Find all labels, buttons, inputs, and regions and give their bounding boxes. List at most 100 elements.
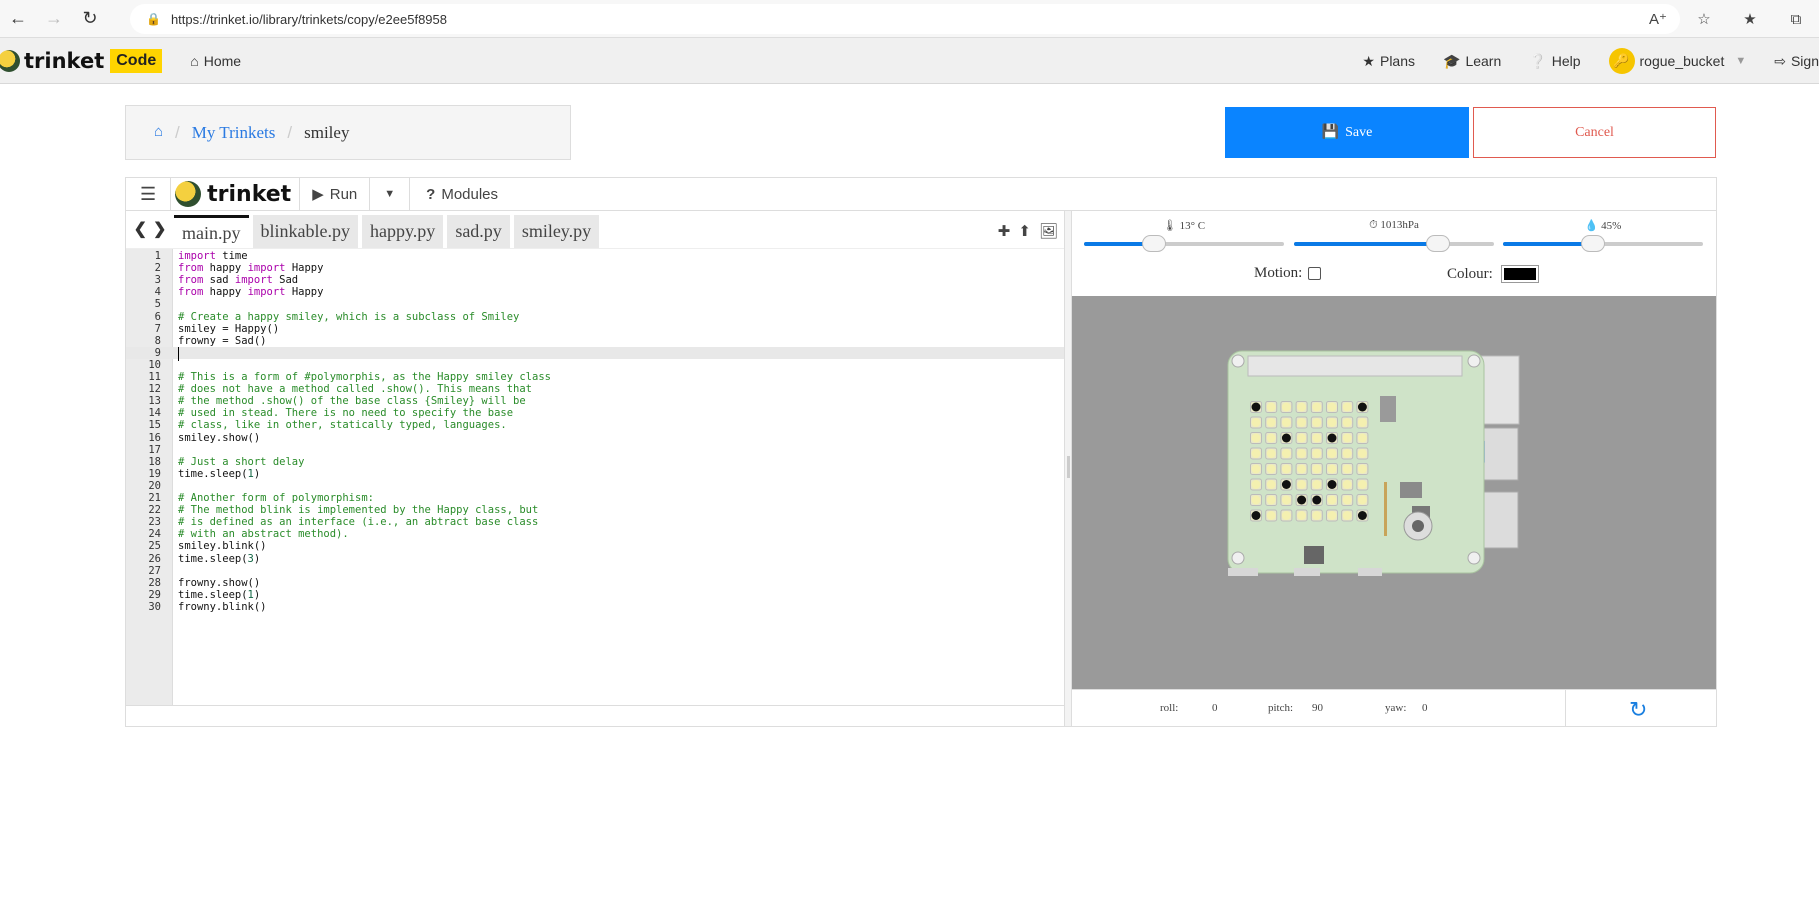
reset-orientation-icon[interactable]: ↻ — [1629, 697, 1647, 723]
code-line[interactable]: 26 time.sleep(3) — [126, 553, 1064, 565]
learn-link[interactable]: 🎓 Learn — [1443, 53, 1501, 70]
led-on — [1281, 402, 1291, 412]
favorites-icon[interactable]: ★ — [1727, 10, 1773, 28]
code-text: # with an abstract method). — [178, 528, 349, 541]
site-logo[interactable]: trinket Code — [0, 38, 163, 84]
pressure-slider[interactable]: ⏱ 1013hPa — [1294, 211, 1494, 256]
code-line[interactable]: 30 frowny.blink() — [126, 601, 1064, 613]
code-line[interactable]: 23 # is defined as an interface (i.e., an… — [126, 516, 1064, 528]
code-line[interactable]: 21 # Another form of polymorphism: — [126, 492, 1064, 504]
code-line[interactable]: 13 # the method .show() of the base class… — [126, 395, 1064, 407]
line-number: 1 — [154, 250, 161, 262]
pane-splitter[interactable] — [1064, 211, 1072, 726]
lock-icon[interactable]: 🔒 — [146, 12, 161, 26]
led-off — [1251, 511, 1261, 520]
led-off — [1281, 433, 1291, 443]
forward-arrow-icon[interactable]: → — [36, 1, 72, 37]
plans-link[interactable]: ★ Plans — [1362, 53, 1415, 70]
breadcrumb-my-trinkets[interactable]: My Trinkets — [192, 123, 276, 143]
sense-hat-stage[interactable] — [1072, 296, 1716, 689]
led-on — [1342, 511, 1352, 520]
code-line[interactable]: 4 from happy import Happy — [126, 286, 1064, 298]
code-line[interactable]: 18 # Just a short delay — [126, 456, 1064, 468]
address-bar[interactable]: 🔒 https://trinket.io/library/trinkets/co… — [130, 4, 1680, 34]
led-off — [1297, 495, 1307, 505]
code-line[interactable]: 14 # used in stead. There is no need to s… — [126, 407, 1064, 419]
logo-text: trinket — [24, 48, 105, 73]
colour-picker[interactable]: Colour: — [1447, 265, 1539, 283]
menu-button[interactable]: ☰ — [126, 177, 172, 211]
code-line[interactable]: 5 — [126, 298, 1064, 310]
run-button[interactable]: ▶ Run — [300, 177, 371, 211]
code-line[interactable]: 20 — [126, 480, 1064, 492]
add-file-icon[interactable]: ✚ — [998, 222, 1011, 240]
code-line[interactable]: 24 # with an abstract method). — [126, 528, 1064, 540]
code-text: from happy import Happy — [178, 262, 324, 275]
line-number: 14 — [148, 407, 161, 420]
led-on — [1327, 511, 1337, 520]
code-line[interactable]: 10 — [126, 359, 1064, 371]
image-library-icon[interactable]: 🖼 — [1039, 222, 1058, 240]
upload-icon[interactable]: ⬆ — [1018, 222, 1031, 240]
line-number: 8 — [154, 334, 161, 347]
help-link[interactable]: ❔ Help — [1529, 53, 1580, 70]
home-link[interactable]: ⌂ Home — [190, 53, 241, 69]
colour-swatch[interactable] — [1500, 265, 1539, 283]
temperature-slider[interactable]: 🌡 13° C — [1084, 211, 1284, 256]
code-text: time.sleep(1) — [178, 467, 261, 480]
chevron-right-icon[interactable]: ❯ — [153, 219, 166, 239]
code-line[interactable]: 29 time.sleep(1) — [126, 589, 1064, 601]
collections-icon[interactable]: ⧉ — [1773, 11, 1819, 28]
home-icon[interactable]: ⌂ — [154, 124, 163, 141]
code-line[interactable]: 12 # does not have a method called .show(… — [126, 383, 1064, 395]
led-on — [1342, 433, 1352, 443]
code-line[interactable]: 22 # The method blink is implemented by t… — [126, 504, 1064, 516]
file-tab[interactable]: main.py — [174, 215, 249, 248]
code-area[interactable]: 1 import time 2 from happy import Happy 3 fro… — [126, 249, 1064, 705]
code-line[interactable]: 6 # Create a happy smiley, which is a sub… — [126, 311, 1064, 323]
signout-link[interactable]: ⇨ Sign — [1774, 53, 1819, 70]
cancel-button[interactable]: Cancel — [1473, 107, 1716, 158]
code-line[interactable]: 2 from happy import Happy — [126, 262, 1064, 274]
read-aloud-icon[interactable]: A⁺ — [1635, 10, 1681, 28]
trinket-logo[interactable]: trinket — [171, 177, 301, 211]
code-line[interactable]: 1 import time — [126, 250, 1064, 262]
modules-button[interactable]: ? Modules — [410, 178, 510, 211]
code-text: time.sleep(3) — [178, 552, 261, 565]
code-line[interactable]: 15 # class, like in other, statically typ… — [126, 419, 1064, 431]
file-tab[interactable]: sad.py — [447, 215, 510, 248]
code-line[interactable]: 8 frowny = Sad() — [126, 335, 1064, 347]
file-tab[interactable]: happy.py — [361, 215, 444, 248]
code-line[interactable]: 25 smiley.blink() — [126, 540, 1064, 552]
code-line[interactable]: 28 frowny.show() — [126, 577, 1064, 589]
user-menu[interactable]: 🔑 rogue_bucket ▼ — [1608, 48, 1746, 74]
favorite-star-icon[interactable]: ☆ — [1681, 10, 1727, 28]
code-line[interactable]: 3 from sad import Sad — [126, 274, 1064, 286]
led-on — [1266, 480, 1276, 489]
run-options-dropdown[interactable]: ▼ — [370, 177, 411, 211]
code-text: # does not have a method called .show().… — [178, 383, 533, 396]
code-line[interactable]: 19 time.sleep(1) — [126, 468, 1064, 480]
reload-icon[interactable]: ↻ — [72, 1, 108, 37]
line-number: 7 — [154, 322, 161, 335]
tab-scroll-arrows[interactable]: ❮ ❯ — [126, 210, 174, 248]
code-line[interactable]: 16 smiley.show() — [126, 432, 1064, 444]
motion-checkbox[interactable] — [1308, 267, 1322, 280]
line-number: 19 — [148, 467, 161, 480]
code-line[interactable]: 27 — [126, 565, 1064, 577]
chevron-left-icon[interactable]: ❮ — [134, 219, 147, 239]
back-arrow-icon[interactable]: ← — [0, 1, 36, 37]
motion-toggle[interactable]: Motion: — [1254, 265, 1322, 282]
code-line[interactable]: 9 — [126, 346, 1064, 361]
led-on — [1327, 418, 1337, 427]
code-line[interactable]: 17 — [126, 444, 1064, 456]
file-tab[interactable]: smiley.py — [513, 215, 600, 248]
breadcrumb-current: smiley — [304, 122, 350, 142]
humidity-slider[interactable]: 💧 45% — [1503, 211, 1703, 256]
code-line[interactable]: 7 smiley = Happy() — [126, 323, 1064, 335]
file-tab[interactable]: blinkable.py — [252, 215, 358, 248]
code-text: # class, like in other, statically typed… — [178, 419, 507, 432]
home-label: Home — [203, 52, 242, 69]
code-line[interactable]: 11 # This is a form of #polymorphis, as t… — [126, 371, 1064, 383]
save-button[interactable]: 💾 Save — [1225, 107, 1469, 158]
